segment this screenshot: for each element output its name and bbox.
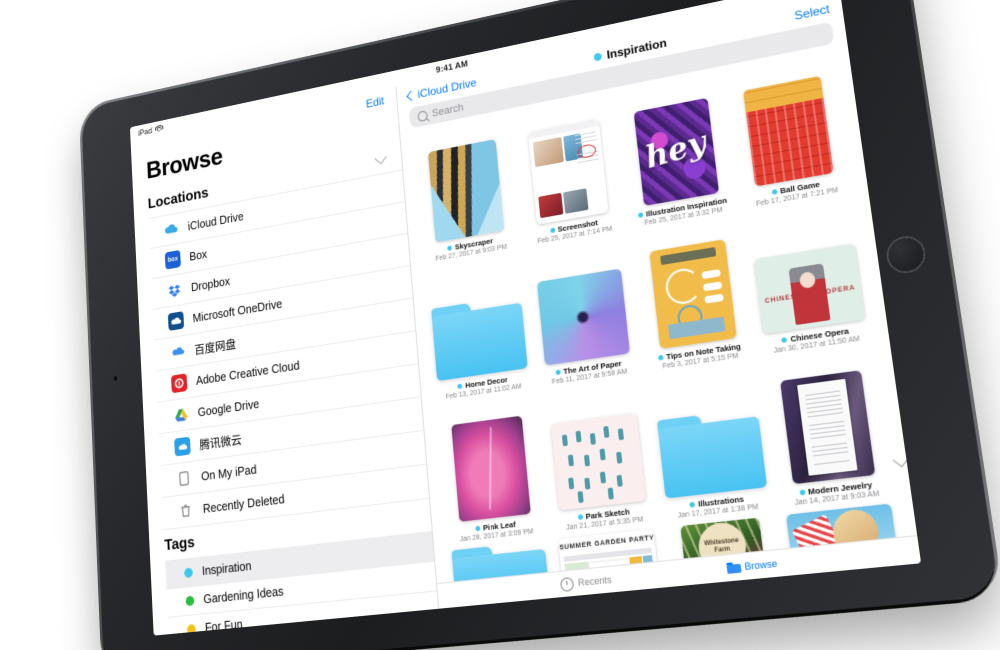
file-caption: Modern Jewelry Jan 14, 2017 at 9:03 AM [793, 479, 880, 509]
tags-header-label: Tags [164, 534, 196, 555]
file-item[interactable]: CHINESE OPERA Chinese Opera Jan 30, 2017 … [744, 198, 874, 359]
chevron-left-icon [406, 90, 417, 101]
tag-dot [447, 245, 453, 251]
sidebar: Edit Browse Locations iCloud Drive box B… [130, 86, 909, 636]
sidebar-item-label: Google Drive [197, 396, 260, 419]
folder-item[interactable]: Home Decor Feb 13, 2017 at 11:02 AM [424, 254, 533, 404]
folder-icon [725, 562, 741, 574]
tab-label: Browse [743, 558, 778, 573]
select-button[interactable]: Select [794, 2, 831, 23]
file-grid: Skyscraper Feb 27, 2017 at 9:03 PM Scree… [400, 49, 917, 584]
tag-dot [781, 337, 788, 344]
google-drive-icon [173, 405, 190, 425]
folder-icon [430, 295, 528, 381]
device-label: iPad [137, 126, 153, 138]
file-thumbnail [427, 138, 504, 243]
ipad-device-wrapper: iPad 9:41 AM 100% Edit Br [0, 0, 1000, 650]
file-thumbnail [451, 415, 531, 522]
tag-dot [657, 354, 664, 361]
sidebar-item-label: Microsoft OneDrive [192, 296, 283, 325]
ipad-icon [176, 469, 193, 489]
file-item[interactable]: Ball Game Feb 17, 2017 at 7:21 PM [726, 54, 853, 213]
file-item[interactable]: Illustration Inspiration Feb 25, 2017 at… [617, 76, 737, 231]
main-pane: iCloud Drive Inspiration Select Search S… [396, 0, 922, 609]
file-thumbnail: CHINESE OPERA [754, 243, 866, 334]
folder-item[interactable]: Illustrations Jan 17, 2017 at 1:38 PM [648, 364, 774, 524]
tag-color-dot [185, 595, 195, 607]
tag-dot [771, 189, 778, 195]
wifi-icon [154, 124, 163, 133]
file-thumbnail [633, 97, 719, 206]
adobe-creative-cloud-icon [170, 373, 188, 394]
baidu-netdisk-icon [169, 342, 185, 362]
tab-browse[interactable]: Browse [725, 558, 778, 574]
tag-dot [457, 383, 463, 390]
onedrive-icon [167, 311, 185, 331]
folder-icon [656, 408, 767, 499]
ipad-device: iPad 9:41 AM 100% Edit Br [78, 0, 1000, 650]
tag-dot [637, 212, 644, 219]
file-item[interactable]: Skyscraper Feb 27, 2017 at 9:03 PM [413, 119, 520, 267]
screenshot-stage: iPad 9:41 AM 100% Edit Br [0, 0, 1000, 650]
search-icon [417, 109, 428, 122]
tag-label: Gardening Ideas [203, 584, 284, 607]
locations-list: iCloud Drive box Box Dropbox Microsoft O… [134, 169, 430, 532]
file-thumbnail [780, 369, 876, 484]
chevron-down-icon[interactable] [374, 151, 387, 165]
sidebar-item-label: 百度网盘 [194, 337, 237, 358]
